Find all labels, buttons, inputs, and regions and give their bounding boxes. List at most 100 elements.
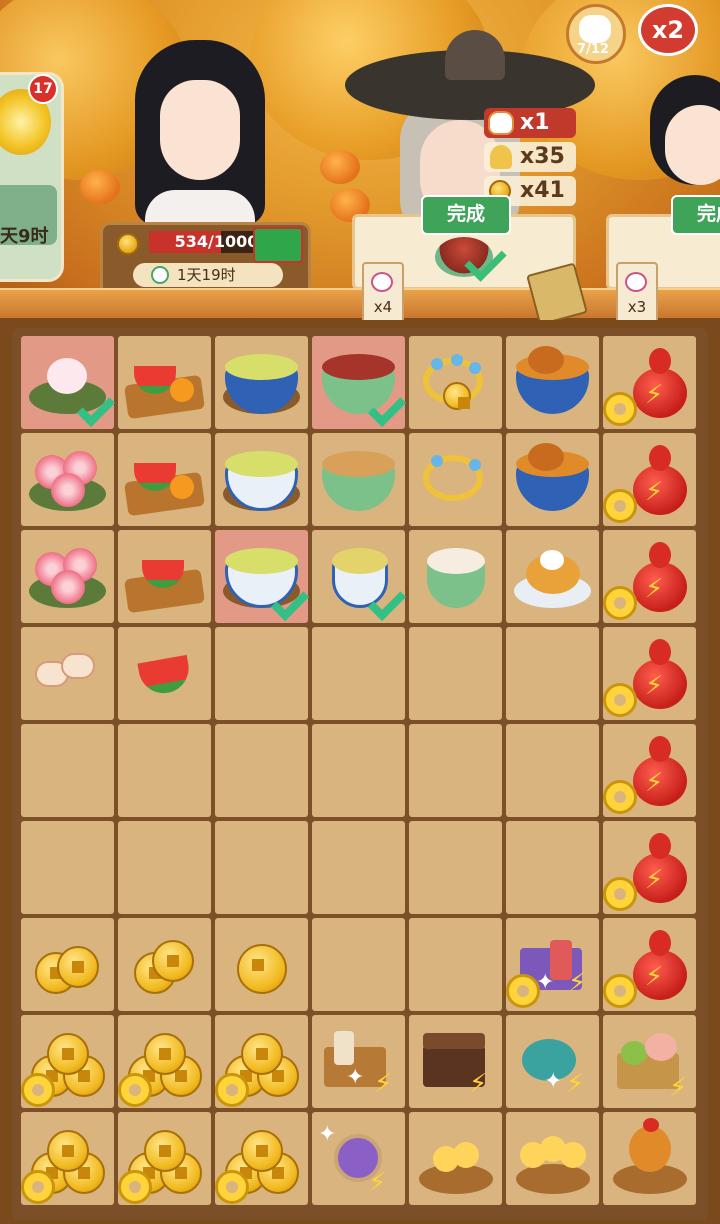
board-cell[interactable]	[215, 530, 310, 623]
board-cell[interactable]	[21, 1015, 114, 1108]
bracelet-icon[interactable]	[409, 336, 502, 429]
board-cell[interactable]	[118, 433, 211, 526]
customer-progress-card[interactable]: 534/1000 1天19时	[100, 222, 311, 296]
coin-stack-icon[interactable]	[118, 918, 211, 1011]
chicken-rice-bowl-icon[interactable]	[506, 336, 599, 429]
energy-gourd-generator-icon[interactable]: ⚡	[603, 433, 696, 526]
coin-pile-icon[interactable]	[215, 1015, 308, 1108]
board-cell[interactable]	[21, 627, 114, 720]
board-cell[interactable]: ⚡ ✦	[506, 918, 599, 1011]
tea-jug-icon[interactable]	[215, 530, 310, 623]
board-cell[interactable]	[21, 1112, 114, 1205]
board-cell[interactable]	[118, 530, 211, 623]
teapot-generator-icon[interactable]: ⚡ ✦	[506, 1015, 599, 1108]
board-cell[interactable]	[215, 821, 308, 914]
board-cell[interactable]	[21, 918, 114, 1011]
board-cell[interactable]	[215, 627, 308, 720]
board-cell[interactable]	[506, 724, 599, 817]
bunny-cake-icon[interactable]	[21, 336, 116, 429]
energy-gourd-generator-icon[interactable]: ⚡	[603, 724, 696, 817]
board-cell[interactable]	[409, 918, 502, 1011]
board-cell[interactable]	[215, 336, 308, 429]
watermelon-platter-icon[interactable]	[118, 336, 211, 429]
board-cell[interactable]	[215, 724, 308, 817]
coin-icon[interactable]	[215, 918, 308, 1011]
complete-order-button[interactable]: 完成	[421, 195, 511, 235]
coin-pile-icon[interactable]	[118, 1112, 211, 1205]
peach-flower-plate-icon[interactable]	[21, 433, 114, 526]
order-tag[interactable]: x3	[616, 262, 658, 320]
board-cell[interactable]	[21, 433, 114, 526]
board-cell[interactable]	[118, 821, 211, 914]
board-cell[interactable]: ⚡	[603, 724, 696, 817]
energy-gourd-generator-icon[interactable]: ⚡	[603, 821, 696, 914]
sweet-soup-bowl-icon[interactable]	[312, 433, 405, 526]
board-cell[interactable]	[409, 627, 502, 720]
board-cell[interactable]: ⚡	[603, 433, 696, 526]
board-cell[interactable]	[118, 1112, 211, 1205]
board-cell[interactable]	[409, 1112, 502, 1205]
board-cell[interactable]	[215, 918, 308, 1011]
side-order-card[interactable]	[0, 72, 64, 282]
watermelon-slices-icon[interactable]	[118, 530, 211, 623]
board-cell[interactable]	[312, 336, 407, 429]
energy-gourd-generator-icon[interactable]: ⚡	[603, 918, 696, 1011]
hen-nest-icon[interactable]	[603, 1112, 696, 1205]
craft-basket-generator-icon[interactable]: ⚡ ✦	[312, 1015, 405, 1108]
tea-cup-icon[interactable]	[312, 530, 407, 623]
board-cell[interactable]	[506, 627, 599, 720]
treasure-chest-generator-icon[interactable]: ⚡	[409, 1015, 502, 1108]
board-cell[interactable]	[215, 1112, 308, 1205]
board-cell[interactable]	[312, 821, 405, 914]
board-cell[interactable]	[506, 821, 599, 914]
board-cell[interactable]	[118, 724, 211, 817]
peach-flower-plate-icon[interactable]	[21, 530, 114, 623]
scroll-box-generator-icon[interactable]: ⚡ ✦	[506, 918, 599, 1011]
board-cell[interactable]	[409, 336, 502, 429]
board-cell[interactable]	[21, 530, 114, 623]
board-cell[interactable]	[506, 433, 599, 526]
board-cell[interactable]	[312, 918, 405, 1011]
board-cell[interactable]	[312, 724, 405, 817]
congee-bowl-icon[interactable]	[409, 530, 502, 623]
energy-gourd-generator-icon[interactable]: ⚡	[603, 627, 696, 720]
board-cell[interactable]	[409, 724, 502, 817]
board-cell[interactable]	[118, 627, 211, 720]
chicks-nest-icon[interactable]	[506, 1112, 599, 1205]
customer-girl[interactable]	[650, 75, 720, 215]
board-cell[interactable]	[215, 1015, 308, 1108]
board-cell[interactable]	[118, 1015, 211, 1108]
red-bean-soup-icon[interactable]	[312, 336, 407, 429]
coin-pile-icon[interactable]	[118, 1015, 211, 1108]
board-cell[interactable]: ⚡	[409, 1015, 502, 1108]
coin-pile-icon[interactable]	[21, 1015, 114, 1108]
board-cell[interactable]: ⚡	[603, 336, 696, 429]
board-cell[interactable]: ⚡ ✦	[312, 1015, 405, 1108]
spring-roll-icon[interactable]	[21, 627, 114, 720]
fruit-basket-generator-icon[interactable]: ⚡	[603, 1015, 696, 1108]
energy-gourd-generator-icon[interactable]: ⚡	[603, 530, 696, 623]
watermelon-slice-icon[interactable]	[118, 627, 211, 720]
coin-pile-icon[interactable]	[215, 1112, 308, 1205]
board-cell[interactable]	[409, 530, 502, 623]
board-cell[interactable]: ⚡ ✦	[312, 1112, 405, 1205]
chicken-rice-bowl-icon[interactable]	[506, 433, 599, 526]
customer-lady[interactable]	[125, 40, 275, 230]
board-cell[interactable]	[506, 1112, 599, 1205]
board-cell[interactable]	[603, 1112, 696, 1205]
board-cell[interactable]	[118, 336, 211, 429]
energy-gourd-generator-icon[interactable]: ⚡	[603, 336, 696, 429]
board-cell[interactable]	[215, 433, 308, 526]
board-cell[interactable]	[506, 336, 599, 429]
board-cell[interactable]: ⚡	[603, 918, 696, 1011]
board-cell[interactable]	[21, 821, 114, 914]
board-cell[interactable]	[312, 530, 407, 623]
board-cell[interactable]: ⚡	[603, 627, 696, 720]
board-cell[interactable]: ⚡	[603, 821, 696, 914]
coin-pile-icon[interactable]	[21, 1112, 114, 1205]
board-cell[interactable]	[21, 336, 116, 429]
board-cell[interactable]	[118, 918, 211, 1011]
multiplier-button[interactable]: x2	[638, 4, 698, 56]
board-cell[interactable]: ⚡	[603, 1015, 696, 1108]
board-cell[interactable]	[409, 821, 502, 914]
